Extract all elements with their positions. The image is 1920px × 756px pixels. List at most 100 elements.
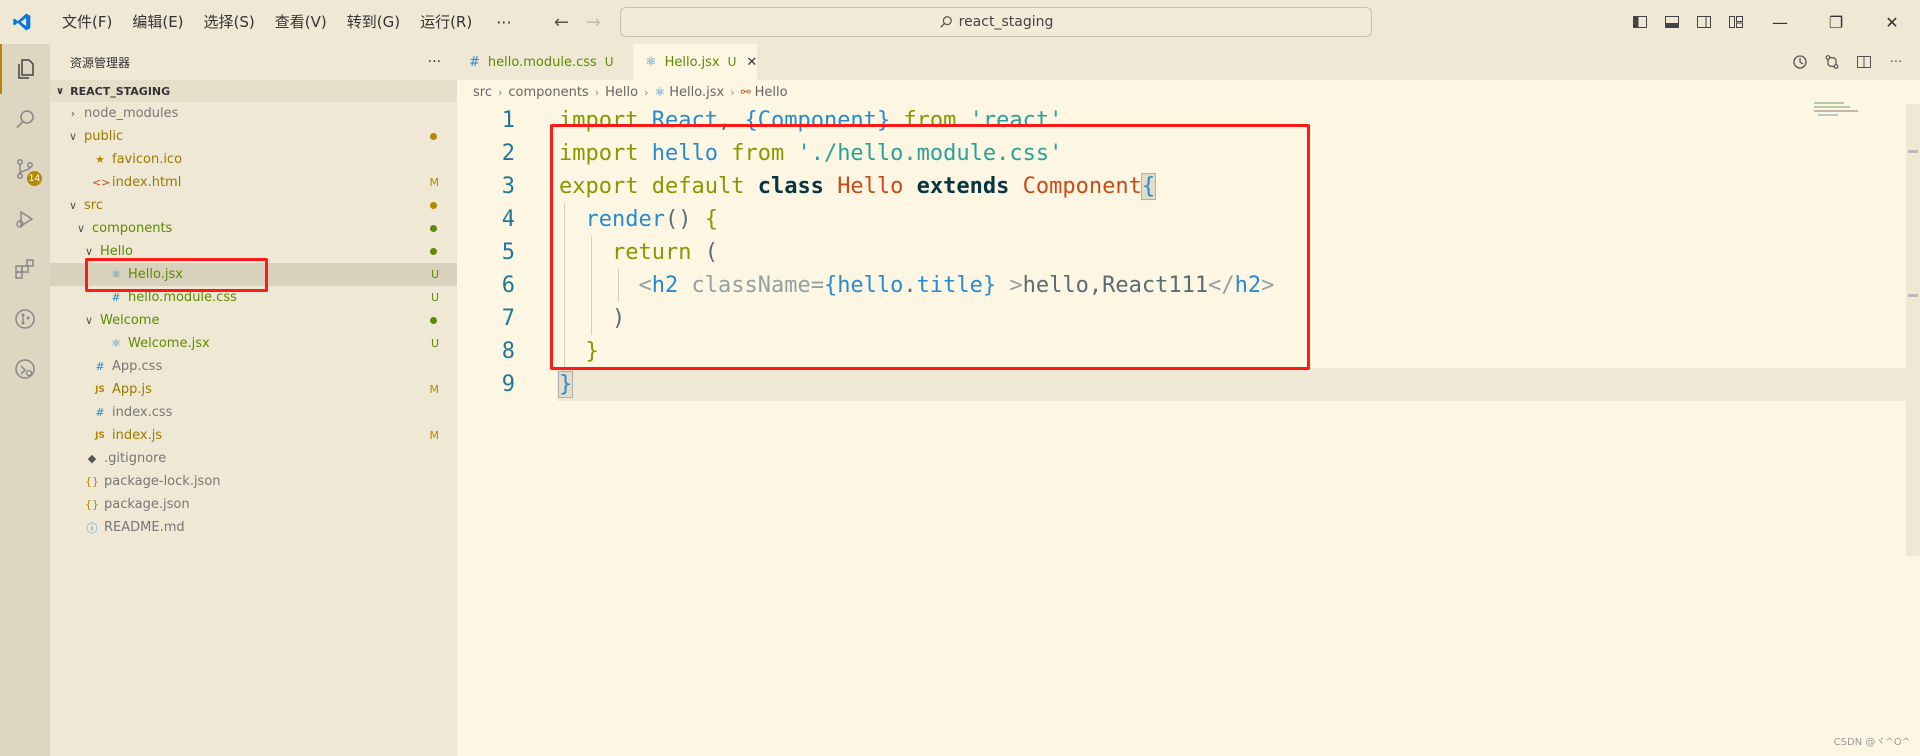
- git-status-dot: [430, 202, 437, 209]
- file-item[interactable]: # App.css: [50, 355, 457, 378]
- source-control-icon[interactable]: 14: [0, 144, 50, 194]
- file-item[interactable]: ★ favicon.ico: [50, 148, 457, 171]
- file-item[interactable]: {} package-lock.json: [50, 470, 457, 493]
- activity-bar: 14: [0, 44, 50, 756]
- file-item[interactable]: JS index.js M: [50, 424, 457, 447]
- file-item[interactable]: ◆ .gitignore: [50, 447, 457, 470]
- file-type-icon: ⚛: [111, 337, 121, 350]
- git-status-badge: U: [430, 268, 439, 281]
- file-type-icon: #: [111, 291, 121, 304]
- vertical-scrollbar[interactable]: [1906, 104, 1920, 556]
- tab-label: hello.module.css: [487, 54, 597, 70]
- file-item[interactable]: <> index.html M: [50, 171, 457, 194]
- breadcrumb-item[interactable]: Hello: [755, 85, 788, 100]
- extensions-icon[interactable]: [0, 244, 50, 294]
- search-activity-icon[interactable]: [0, 94, 50, 144]
- git-graph-icon[interactable]: [0, 294, 50, 344]
- menu-edit[interactable]: 编辑(E): [122, 0, 193, 44]
- editor-tabs: # hello.module.css U ⚛ Hello.jsx U ✕ ···: [457, 44, 1920, 80]
- menu-selection[interactable]: 选择(S): [194, 0, 265, 44]
- command-center-search[interactable]: react_staging: [620, 7, 1372, 37]
- file-type-icon: JS: [95, 384, 105, 395]
- folder-item[interactable]: › node_modules: [50, 102, 457, 125]
- close-tab-icon[interactable]: ✕: [746, 55, 757, 70]
- timeline-history-icon[interactable]: [1788, 50, 1812, 74]
- menu-go[interactable]: 转到(G): [337, 0, 410, 44]
- css-file-icon: #: [469, 54, 480, 70]
- explorer-more-icon[interactable]: ···: [428, 54, 441, 70]
- folder-item[interactable]: ∨ components: [50, 217, 457, 240]
- tree-item-label: package.json: [104, 497, 190, 512]
- back-arrow-icon[interactable]: ←: [545, 12, 577, 33]
- git-status-dot: [430, 317, 437, 324]
- chevron-right-icon: ›: [70, 107, 76, 120]
- file-item[interactable]: # index.css: [50, 401, 457, 424]
- file-item[interactable]: ⓘ README.md: [50, 516, 457, 539]
- code-line: 8 }: [457, 335, 599, 368]
- breadcrumb-item[interactable]: Hello: [605, 85, 638, 100]
- workspace-name: REACT_STAGING: [70, 84, 171, 98]
- restore-icon[interactable]: ❐: [1808, 0, 1864, 44]
- run-debug-icon[interactable]: [0, 194, 50, 244]
- breadcrumb-item[interactable]: src: [473, 85, 492, 100]
- forward-arrow-icon[interactable]: →: [577, 12, 609, 33]
- more-actions-icon[interactable]: ···: [1884, 50, 1908, 74]
- tree-item-label: index.js: [112, 428, 163, 443]
- code-line: 7 ): [457, 302, 625, 335]
- chevron-right-icon: ›: [644, 85, 649, 99]
- tree-item-label: App.css: [112, 359, 163, 374]
- line-number: 1: [501, 108, 515, 133]
- customize-layout-icon[interactable]: [1720, 0, 1752, 44]
- open-changes-icon[interactable]: [1820, 50, 1844, 74]
- title-bar: 文件(F) 编辑(E) 选择(S) 查看(V) 转到(G) 运行(R) ··· …: [0, 0, 1920, 44]
- line-number: 7: [501, 306, 515, 331]
- file-item[interactable]: {} package.json: [50, 493, 457, 516]
- code-line: 5 return (: [457, 236, 718, 269]
- code-line: 3 export default class Hello extends Com…: [457, 170, 1157, 203]
- folder-item[interactable]: ∨ src: [50, 194, 457, 217]
- git-status-badge: M: [429, 176, 440, 189]
- chevron-down-icon: ∨: [84, 245, 94, 258]
- toggle-secondary-sidebar-icon[interactable]: [1688, 0, 1720, 44]
- split-editor-icon[interactable]: [1852, 50, 1876, 74]
- chevron-down-icon: ∨: [84, 314, 94, 327]
- file-item[interactable]: JS App.js M: [50, 378, 457, 401]
- file-item[interactable]: ⚛ Welcome.jsx U: [50, 332, 457, 355]
- toggle-panel-icon[interactable]: [1656, 0, 1688, 44]
- tab-hello-jsx[interactable]: ⚛ Hello.jsx U ✕: [633, 44, 757, 80]
- breadcrumb-item[interactable]: Hello.jsx: [669, 85, 724, 100]
- chevron-down-icon: ∨: [76, 222, 86, 235]
- tree-item-label: index.css: [112, 405, 173, 420]
- folder-item[interactable]: ∨ Welcome: [50, 309, 457, 332]
- explorer-sidebar: 资源管理器 ··· ∨ REACT_STAGING › node_modules ∨…: [50, 44, 457, 756]
- file-tree: › node_modules ∨ public ★ favicon.ico <> index.…: [50, 102, 457, 539]
- close-window-icon[interactable]: ✕: [1864, 0, 1920, 44]
- tab-hello-module-css[interactable]: # hello.module.css U: [457, 44, 633, 80]
- chevron-down-icon: ∨: [56, 85, 65, 97]
- search-text: react_staging: [958, 14, 1054, 30]
- folder-item[interactable]: ∨ public: [50, 125, 457, 148]
- tree-item-label: README.md: [104, 520, 185, 535]
- menu-more-icon[interactable]: ···: [482, 13, 525, 32]
- line-number: 6: [501, 273, 515, 298]
- menu-file[interactable]: 文件(F): [52, 0, 122, 44]
- workspace-section-header[interactable]: ∨ REACT_STAGING: [50, 80, 457, 102]
- remote-explorer-icon[interactable]: [0, 344, 50, 394]
- menu-run[interactable]: 运行(R): [410, 0, 482, 44]
- menu-view[interactable]: 查看(V): [265, 0, 337, 44]
- file-type-icon: {}: [85, 498, 99, 511]
- tab-label: Hello.jsx: [664, 54, 720, 70]
- breadcrumb-item[interactable]: components: [508, 85, 588, 100]
- toggle-primary-sidebar-icon[interactable]: [1624, 0, 1656, 44]
- file-type-icon: {}: [85, 475, 99, 488]
- chevron-down-icon: ∨: [68, 199, 78, 212]
- code-text: }: [557, 371, 574, 398]
- tree-item-label: Hello: [100, 244, 133, 259]
- minimize-icon[interactable]: —: [1752, 0, 1808, 44]
- git-status-badge: M: [429, 429, 440, 442]
- react-file-icon: ⚛: [654, 85, 666, 99]
- minimap[interactable]: [1812, 100, 1862, 120]
- explorer-icon[interactable]: [0, 44, 50, 94]
- tab-status: U: [604, 55, 614, 69]
- file-type-icon: <>: [92, 176, 111, 189]
